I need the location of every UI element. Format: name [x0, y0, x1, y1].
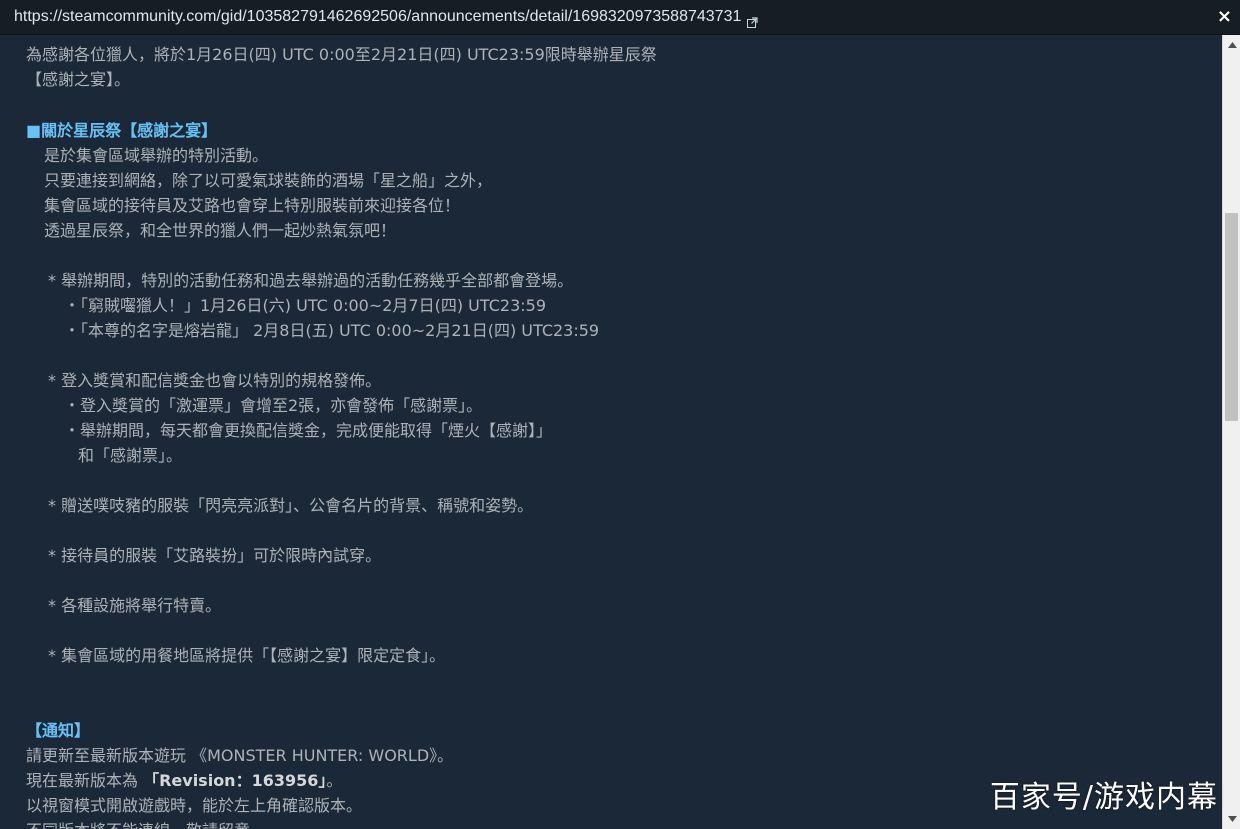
notice-heading: 【通知】: [26, 721, 91, 740]
notice-line: 不同版本將不能連線，敬請留意。: [26, 818, 266, 829]
url-text[interactable]: https://steamcommunity.com/gid/103582791…: [14, 8, 741, 26]
bullet-item: * 舉辦期間，特別的活動任務和過去舉辦過的活動任務幾乎全部都會登場。: [48, 271, 574, 290]
vertical-scrollbar[interactable]: [1222, 35, 1240, 829]
notice-line: 現在最新版本為 「Revision：163956」。: [26, 768, 342, 793]
notice-text: 現在最新版本為: [26, 771, 144, 790]
sub-item: ・舉辦期間，每天都會更換配信獎金，完成便能取得「煙火【感謝】」: [64, 421, 553, 440]
watermark-text: 百家号/游戏内幕: [989, 780, 1218, 815]
close-icon[interactable]: ×: [1217, 7, 1232, 27]
intro-line: 【感謝之宴】。: [26, 70, 131, 89]
sub-item: 和「感謝票」。: [78, 446, 183, 465]
bullet-item: * 各種設施將舉行特賣。: [48, 596, 222, 615]
scrollbar-thumb[interactable]: [1225, 213, 1238, 421]
sub-item: ・「窮賊囓獵人！」1月26日(六) UTC 0:00~2月7日(四) UTC23…: [64, 296, 547, 315]
notice-text: 。: [326, 771, 343, 790]
chevron-down-icon[interactable]: [1223, 811, 1240, 827]
sub-item: ・「本尊的名字是熔岩龍」 2月8日(五) UTC 0:00~2月21日(四) U…: [64, 321, 600, 340]
bullet-item: * 登入獎賞和配信獎金也會以特別的規格發佈。: [48, 371, 382, 390]
announcement-body: 為感謝各位獵人，將於1月26日(四) UTC 0:00至2月21日(四) UTC…: [0, 35, 1222, 829]
bullet-item: * 贈送噗吱豬的服裝「閃亮亮派對」、公會名片的背景、稱號和姿勢。: [48, 496, 534, 515]
paragraph-line: 是於集會區域舉辦的特別活動。: [44, 146, 269, 165]
paragraph-line: 只要連接到網絡，除了以可愛氣球裝飾的酒場「星之船」之外，: [44, 171, 493, 190]
external-link-icon[interactable]: [747, 13, 758, 28]
sub-item: ・登入獎賞的「激運票」會增至2張，亦會發佈「感謝票」。: [64, 396, 483, 415]
paragraph-line: 集會區域的接待員及艾路也會穿上特別服裝前來迎接各位！: [44, 196, 461, 215]
chevron-up-icon[interactable]: [1223, 37, 1240, 53]
revision-number: 「Revision：163956」: [143, 771, 327, 790]
bullet-item: * 接待員的服裝「艾路裝扮」可於限時內試穿。: [48, 546, 382, 565]
notice-line: 以視窗模式開啟遊戲時，能於左上角確認版本。: [26, 796, 363, 815]
paragraph-line: 透過星辰祭，和全世界的獵人們一起炒熱氣氛吧！: [44, 221, 397, 240]
notice-line: 請更新至最新版本遊玩 《MONSTER HUNTER: WORLD》。: [26, 746, 454, 765]
browser-url-bar: https://steamcommunity.com/gid/103582791…: [0, 0, 1240, 35]
section-heading: ■關於星辰祭【感謝之宴】: [26, 121, 218, 140]
intro-line: 為感謝各位獵人，將於1月26日(四) UTC 0:00至2月21日(四) UTC…: [26, 45, 657, 64]
bullet-item: * 集會區域的用餐地區將提供「【感謝之宴】限定定食」。: [48, 646, 446, 665]
